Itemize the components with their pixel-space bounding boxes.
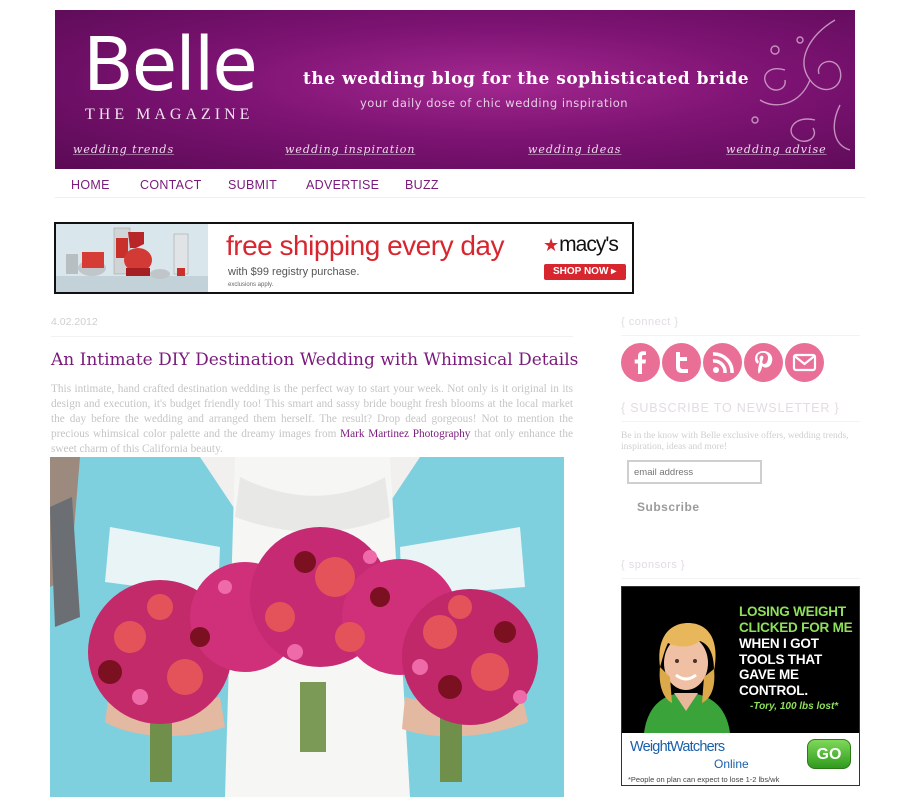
post-date-divider: [51, 336, 573, 337]
kitchen-appliances-image: [56, 224, 208, 292]
header-category-links: wedding trends wedding inspiration weddi…: [55, 143, 855, 161]
nav-contact[interactable]: CONTACT: [140, 178, 202, 192]
rss-icon[interactable]: [703, 343, 742, 382]
weightwatchers-online-label: Online: [714, 757, 749, 771]
photographer-link[interactable]: Mark Martinez Photography: [340, 428, 470, 440]
ad-footer: WeightWatchers Online *People on plan ca…: [622, 733, 859, 785]
site-header: Belle THE MAGAZINE the wedding blog for …: [55, 10, 855, 169]
star-icon: ★: [543, 235, 559, 255]
sponsors-heading: { sponsors }: [621, 559, 686, 571]
ad-headline-green-text: LOSING WEIGHT CLICKED FOR ME: [739, 604, 853, 635]
site-logo[interactable]: Belle: [83, 28, 258, 102]
email-icon[interactable]: [785, 343, 824, 382]
ad-subtext: with $99 registry purchase.: [228, 266, 360, 278]
macys-ad-banner[interactable]: free shipping every day with $99 registr…: [54, 222, 634, 294]
sidebar-divider: [621, 421, 860, 422]
header-link-advise[interactable]: wedding advise: [726, 143, 827, 156]
site-logo-sub: THE MAGAZINE: [85, 106, 254, 123]
sidebar-divider: [621, 578, 860, 579]
subscribe-button[interactable]: Subscribe: [630, 497, 708, 517]
ad-headline-white-text: WHEN I GOT TOOLS THAT GAVE ME CONTROL.: [739, 636, 822, 698]
ad-headline-green: LOSING WEIGHT CLICKED FOR ME: [739, 604, 859, 635]
email-address-input[interactable]: [627, 460, 762, 484]
nav-advertise[interactable]: ADVERTISE: [306, 178, 379, 192]
connect-heading: { connect }: [621, 316, 679, 328]
header-link-trends[interactable]: wedding trends: [73, 143, 174, 156]
site-tagline: the wedding blog for the sophisticated b…: [303, 69, 750, 89]
newsletter-heading: { SUBSCRIBE TO NEWSLETTER }: [621, 401, 840, 415]
twitter-icon[interactable]: [662, 343, 701, 382]
facebook-icon[interactable]: [621, 343, 660, 382]
macys-logo-text: macy's: [559, 233, 619, 256]
header-link-inspiration[interactable]: wedding inspiration: [285, 143, 415, 156]
ad-disclaimer: *People on plan can expect to lose 1-2 l…: [628, 775, 780, 784]
weightwatchers-logo: WeightWatchers: [630, 739, 725, 755]
wedding-bouquets-photo[interactable]: [50, 457, 564, 797]
weightwatchers-ad[interactable]: LOSING WEIGHT CLICKED FOR ME WHEN I GOT …: [621, 586, 860, 786]
shop-now-button[interactable]: SHOP NOW ▸: [544, 264, 626, 280]
nav-home[interactable]: HOME: [71, 178, 110, 192]
spokeswoman-photo: [644, 623, 730, 733]
go-button[interactable]: GO: [807, 739, 851, 769]
post-title[interactable]: An Intimate DIY Destination Wedding with…: [51, 350, 578, 370]
header-link-ideas[interactable]: wedding ideas: [528, 143, 621, 156]
ad-fine-print: exclusions apply.: [228, 282, 274, 288]
macys-logo: ★macy's: [543, 233, 619, 257]
site-subtagline: your daily dose of chic wedding inspirat…: [360, 96, 629, 110]
ad-headline-white: WHEN I GOT TOOLS THAT GAVE ME CONTROL.: [739, 636, 859, 698]
newsletter-description: Be in the know with Belle exclusive offe…: [621, 431, 849, 452]
post-date: 4.02.2012: [51, 316, 98, 328]
nav-buzz[interactable]: BUZZ: [405, 178, 439, 192]
ad-headline: free shipping every day: [226, 230, 505, 261]
nav-submit[interactable]: SUBMIT: [228, 178, 277, 192]
sidebar-divider: [621, 335, 860, 336]
ad-testimonial-quote: -Tory, 100 lbs lost*: [750, 701, 839, 712]
main-nav: HOME CONTACT SUBMIT ADVERTISE BUZZ: [55, 172, 865, 198]
pinterest-icon[interactable]: [744, 343, 783, 382]
post-body: This intimate, hand crafted destination …: [51, 382, 573, 457]
